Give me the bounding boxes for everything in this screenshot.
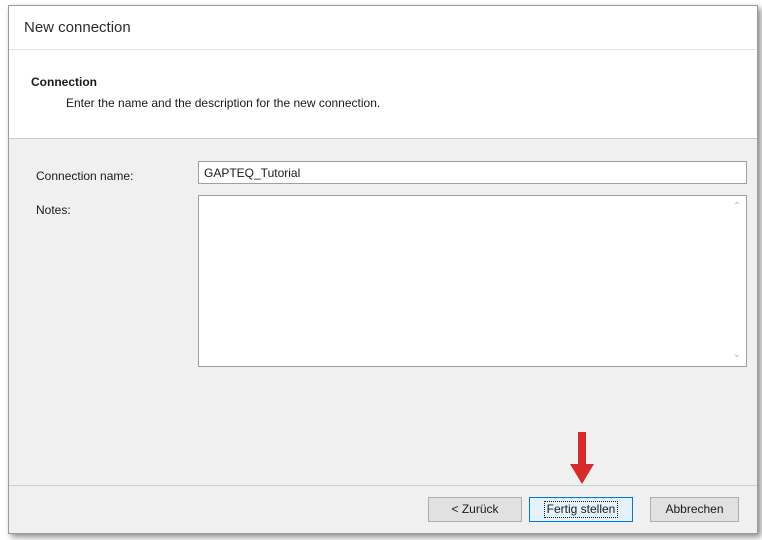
window-title: New connection <box>24 19 131 36</box>
finish-button[interactable]: Fertig stellen <box>529 497 633 522</box>
notes-textarea[interactable] <box>199 196 728 366</box>
back-button[interactable]: < Zurück <box>428 497 522 522</box>
section-description: Enter the name and the description for t… <box>66 96 381 110</box>
scroll-down-icon[interactable]: ⌄ <box>728 346 746 364</box>
notes-field[interactable]: ⌃ ⌄ <box>198 195 747 367</box>
title-bar: New connection <box>9 6 757 50</box>
section-heading: Connection <box>31 75 97 89</box>
notes-scrollbar[interactable]: ⌃ ⌄ <box>728 196 746 366</box>
scroll-up-icon[interactable]: ⌃ <box>728 198 746 216</box>
button-bar <box>9 485 757 533</box>
cancel-button[interactable]: Abbrechen <box>650 497 739 522</box>
connection-name-label: Connection name: <box>36 169 134 183</box>
connection-name-input[interactable] <box>198 161 747 184</box>
red-arrow-down-icon <box>570 432 594 484</box>
notes-label: Notes: <box>36 203 71 217</box>
finish-button-label: Fertig stellen <box>543 501 619 518</box>
wizard-header: Connection Enter the name and the descri… <box>9 50 757 139</box>
new-connection-dialog: New connection Connection Enter the name… <box>8 5 758 534</box>
